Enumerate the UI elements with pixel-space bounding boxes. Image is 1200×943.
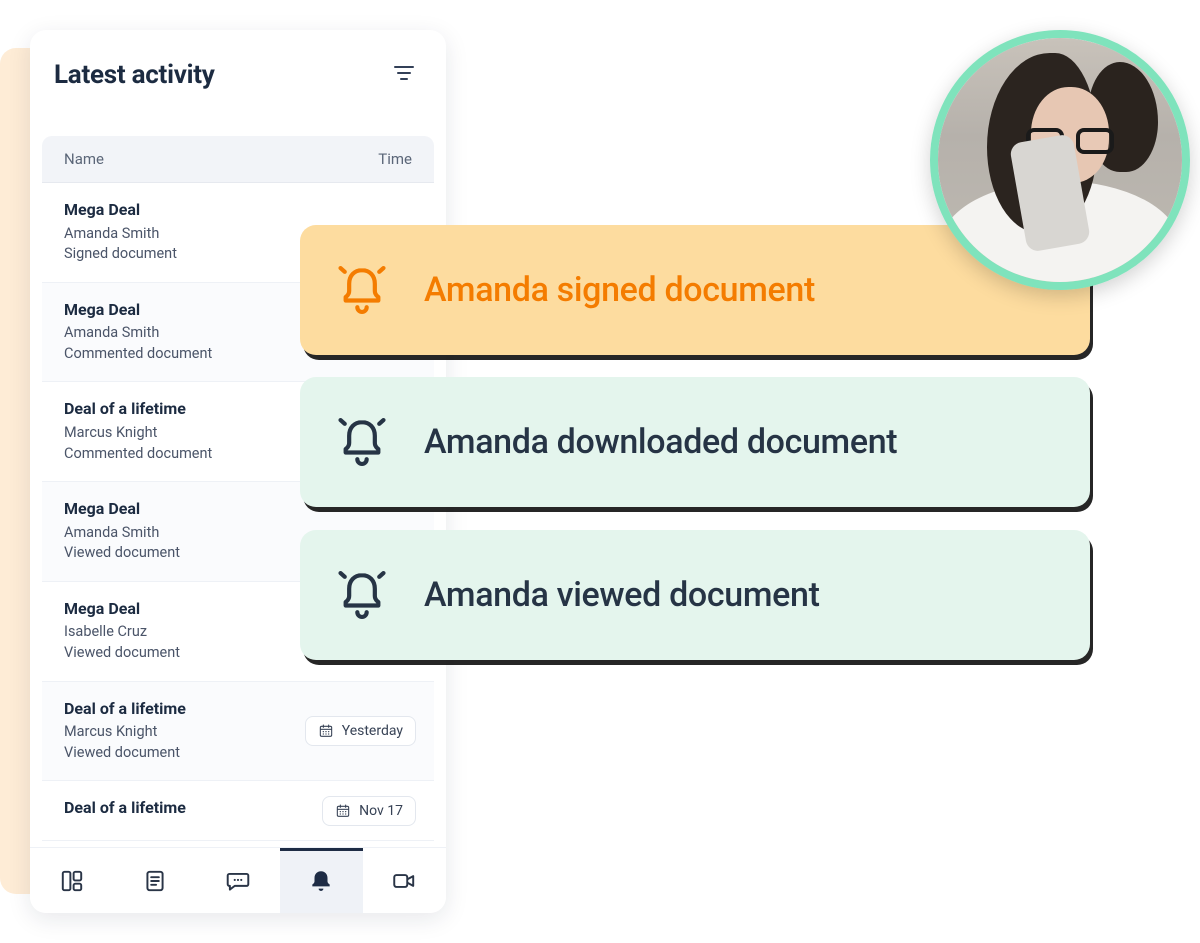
- tab-notifications[interactable]: [280, 848, 363, 913]
- tab-video[interactable]: [363, 848, 446, 913]
- row-title: Mega Deal: [64, 199, 412, 221]
- toast-message: Amanda viewed document: [424, 575, 820, 615]
- date-label: Nov 17: [359, 803, 403, 819]
- tab-bar: [30, 847, 446, 913]
- toast-message: Amanda signed document: [424, 270, 815, 310]
- column-time: Time: [378, 150, 412, 168]
- activity-row[interactable]: Deal of a lifetime Marcus Knight Viewed …: [42, 682, 434, 782]
- dashboard-icon: [59, 868, 85, 894]
- column-name: Name: [64, 150, 104, 168]
- avatar: [930, 30, 1190, 290]
- tab-document[interactable]: [113, 848, 196, 913]
- activity-row[interactable]: Deal of a lifetime Nov 17: [42, 781, 434, 841]
- date-chip: Nov 17: [322, 796, 416, 826]
- date-label: Yesterday: [342, 723, 403, 739]
- panel-title: Latest activity: [54, 60, 215, 90]
- tab-dashboard[interactable]: [30, 848, 113, 913]
- chat-icon: [225, 868, 251, 894]
- bell-ring-icon: [334, 567, 390, 623]
- document-icon: [142, 868, 168, 894]
- tab-chat[interactable]: [196, 848, 279, 913]
- filter-icon[interactable]: [392, 61, 416, 89]
- bell-icon: [308, 868, 334, 894]
- calendar-icon: [335, 803, 351, 819]
- calendar-icon: [318, 723, 334, 739]
- toast-viewed: Amanda viewed document: [300, 530, 1090, 660]
- date-chip: Yesterday: [305, 716, 416, 746]
- bell-ring-icon: [334, 262, 390, 318]
- video-icon: [391, 868, 417, 894]
- column-header: Name Time: [42, 136, 434, 183]
- toast-message: Amanda downloaded document: [424, 422, 897, 462]
- bell-ring-icon: [334, 414, 390, 470]
- toast-downloaded: Amanda downloaded document: [300, 377, 1090, 507]
